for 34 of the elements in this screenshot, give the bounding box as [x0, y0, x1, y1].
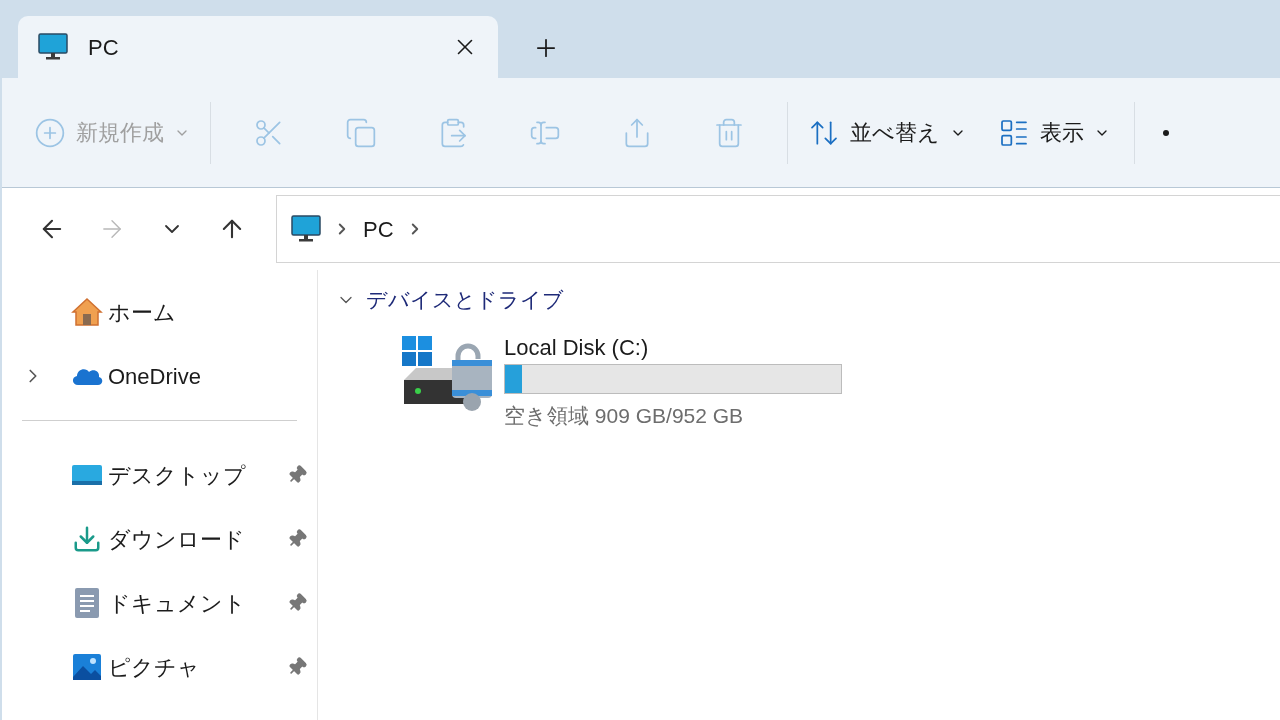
sidebar-item[interactable]: OneDrive — [2, 344, 317, 408]
sidebar-label: ドキュメント — [108, 589, 247, 618]
drive-icon — [400, 333, 494, 412]
drive-item[interactable]: Local Disk (C:) 空き領域 909 GB/952 GB — [400, 333, 1280, 431]
more-icon[interactable] — [1163, 129, 1169, 136]
address-bar[interactable]: PC — [276, 195, 1280, 263]
drive-name: Local Disk (C:) — [504, 333, 650, 362]
sidebar-label: デスクトップ — [108, 461, 247, 490]
house-icon — [71, 297, 103, 327]
document-icon — [74, 587, 100, 619]
sidebar-label: OneDrive — [108, 362, 202, 391]
copy-icon — [345, 116, 377, 149]
toolbar-menu-button[interactable]: 並べ替え — [800, 102, 974, 163]
sidebar-item[interactable]: デスクトップ — [2, 443, 317, 507]
trash-icon — [713, 116, 745, 149]
sidebar-item[interactable]: ホーム — [2, 280, 317, 344]
monitor-icon — [38, 33, 68, 61]
picture-icon — [72, 653, 102, 681]
section-header[interactable]: デバイスとドライブ — [336, 284, 1280, 316]
tab-title: PC — [88, 33, 120, 62]
desktop-folder-icon — [71, 463, 103, 487]
free-space-text: 空き領域 909 GB/952 GB — [504, 402, 745, 429]
new-icon — [34, 116, 66, 149]
tab[interactable]: PC — [18, 16, 498, 78]
sidebar-item[interactable]: ダウンロード — [2, 507, 317, 571]
sidebar-label: ホーム — [108, 298, 177, 327]
sidebar-label: ピクチャ — [108, 653, 201, 682]
toolbar-menu-button[interactable]: 表示 — [990, 102, 1118, 163]
sidebar-label: ダウンロード — [108, 525, 246, 554]
breadcrumb-item[interactable]: PC — [363, 212, 394, 246]
download-icon — [72, 524, 102, 554]
sidebar-item[interactable]: ピクチャ — [2, 635, 317, 699]
monitor-icon — [291, 215, 321, 243]
sidebar-item[interactable]: ドキュメント — [2, 571, 317, 635]
